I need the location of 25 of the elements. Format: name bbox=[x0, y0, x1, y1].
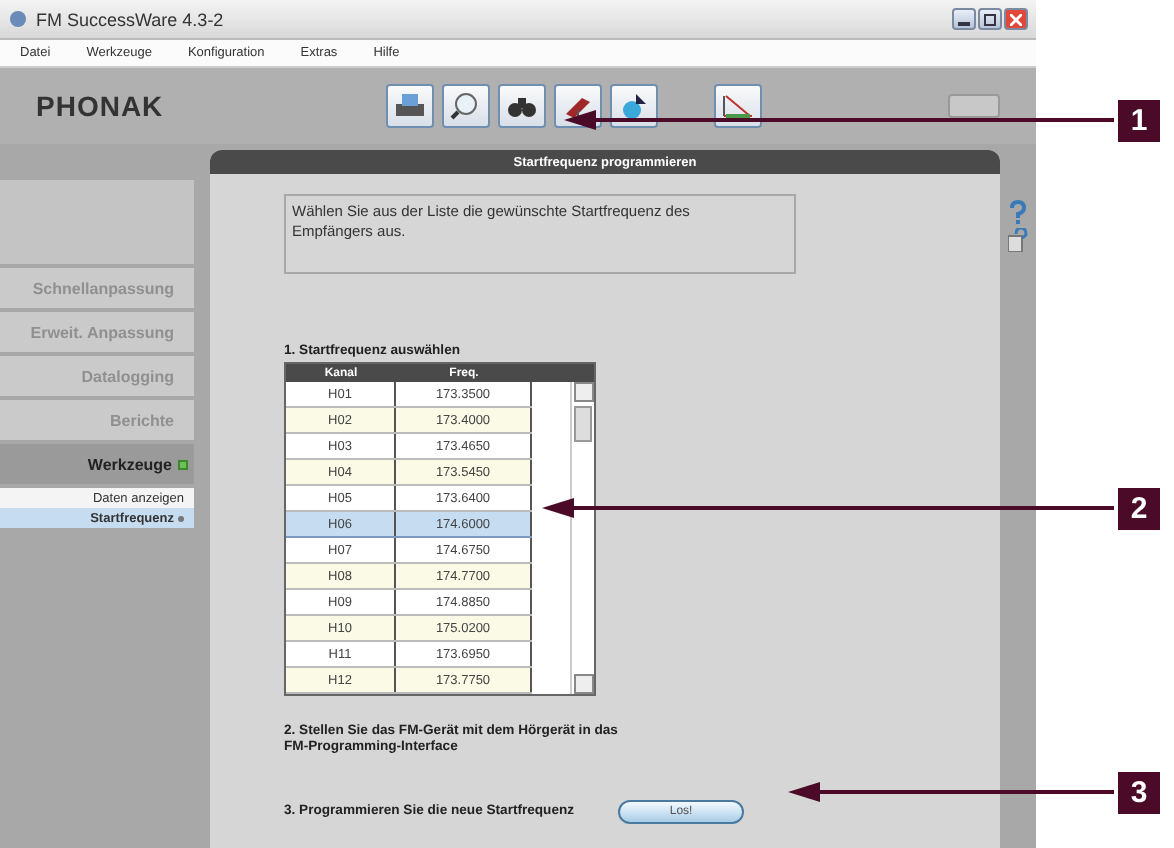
status-icon bbox=[178, 459, 188, 469]
bullet-icon bbox=[178, 515, 184, 521]
toolbar-button[interactable] bbox=[386, 84, 434, 128]
maximize-icon bbox=[984, 13, 996, 25]
minimize-button[interactable] bbox=[952, 8, 976, 30]
close-button[interactable] bbox=[1004, 8, 1028, 30]
help-document-icon[interactable] bbox=[1008, 228, 1028, 252]
logo: PHONAK bbox=[36, 90, 166, 122]
scrollbar[interactable] bbox=[570, 382, 594, 695]
window-title: FM SuccessWare 4.3-2 bbox=[36, 9, 224, 29]
binoculars-icon bbox=[506, 92, 538, 120]
maximize-button[interactable] bbox=[978, 8, 1002, 30]
magnifier-icon bbox=[450, 92, 482, 120]
toolbar-button[interactable] bbox=[498, 84, 546, 128]
toolbar-button[interactable] bbox=[610, 84, 658, 128]
callout-number: 3 bbox=[1118, 772, 1160, 814]
disc-icon bbox=[618, 92, 650, 120]
callout-number: 2 bbox=[1118, 488, 1160, 530]
app-icon bbox=[8, 10, 28, 28]
callout-number: 1 bbox=[1118, 100, 1160, 142]
sidebar-item[interactable]: Werkzeuge bbox=[0, 444, 194, 484]
chart-icon bbox=[722, 92, 754, 120]
close-icon bbox=[1010, 13, 1022, 25]
printer-icon bbox=[394, 92, 426, 120]
toolbar-button[interactable] bbox=[714, 84, 762, 128]
